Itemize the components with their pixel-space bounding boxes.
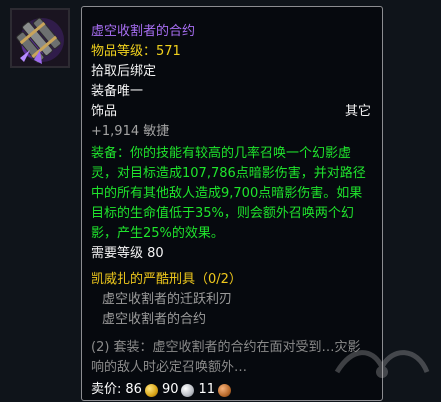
sell-price: 卖价: 86 90 11 — [91, 380, 371, 400]
sell-gold-amount: 86 — [125, 382, 142, 397]
bind-type: 拾取后绑定 — [91, 64, 157, 79]
item-type: 其它 — [344, 104, 371, 119]
gold-coin-icon — [144, 383, 158, 397]
item-icon[interactable] — [10, 8, 70, 68]
copper-coin-icon — [218, 383, 232, 397]
silver-coin-icon — [181, 383, 195, 397]
slot-row: 饰品 其它 — [91, 102, 371, 122]
sell-silver-amount: 90 — [161, 382, 179, 397]
item-slot: 饰品 — [91, 104, 118, 119]
primary-stat: +1,914 敏捷 — [91, 124, 170, 139]
equip-effect: 装备：你的技能有较高的几率召唤一个幻影虚灵，对目标造成107,786点暗影伤害，… — [91, 146, 366, 241]
sell-label: 卖价: — [91, 382, 122, 397]
required-level: 需要等级 80 — [91, 246, 164, 261]
unique-equipped: 装备唯一 — [91, 84, 144, 99]
item-name: 虚空收割者的合约 — [91, 24, 196, 39]
void-reaver-contract-trinket-icon — [12, 10, 68, 66]
set-item: 虚空收割者的迁跃利刃 — [102, 292, 233, 307]
item-tooltip: 虚空收割者的合约 物品等级：571 拾取后绑定 装备唯一 饰品 其它 +1,91… — [81, 6, 383, 401]
set-name: 凯威扎的严酷刑具（0/2） — [91, 272, 242, 287]
set-bonus: (2) 套装：虚空收割者的合约在面对受到…灾影响的敌人时必定召唤额外… — [91, 340, 361, 375]
item-level: 物品等级：571 — [91, 44, 181, 59]
set-item: 虚空收割者的合约 — [102, 312, 207, 327]
sell-copper-amount: 11 — [198, 382, 216, 397]
